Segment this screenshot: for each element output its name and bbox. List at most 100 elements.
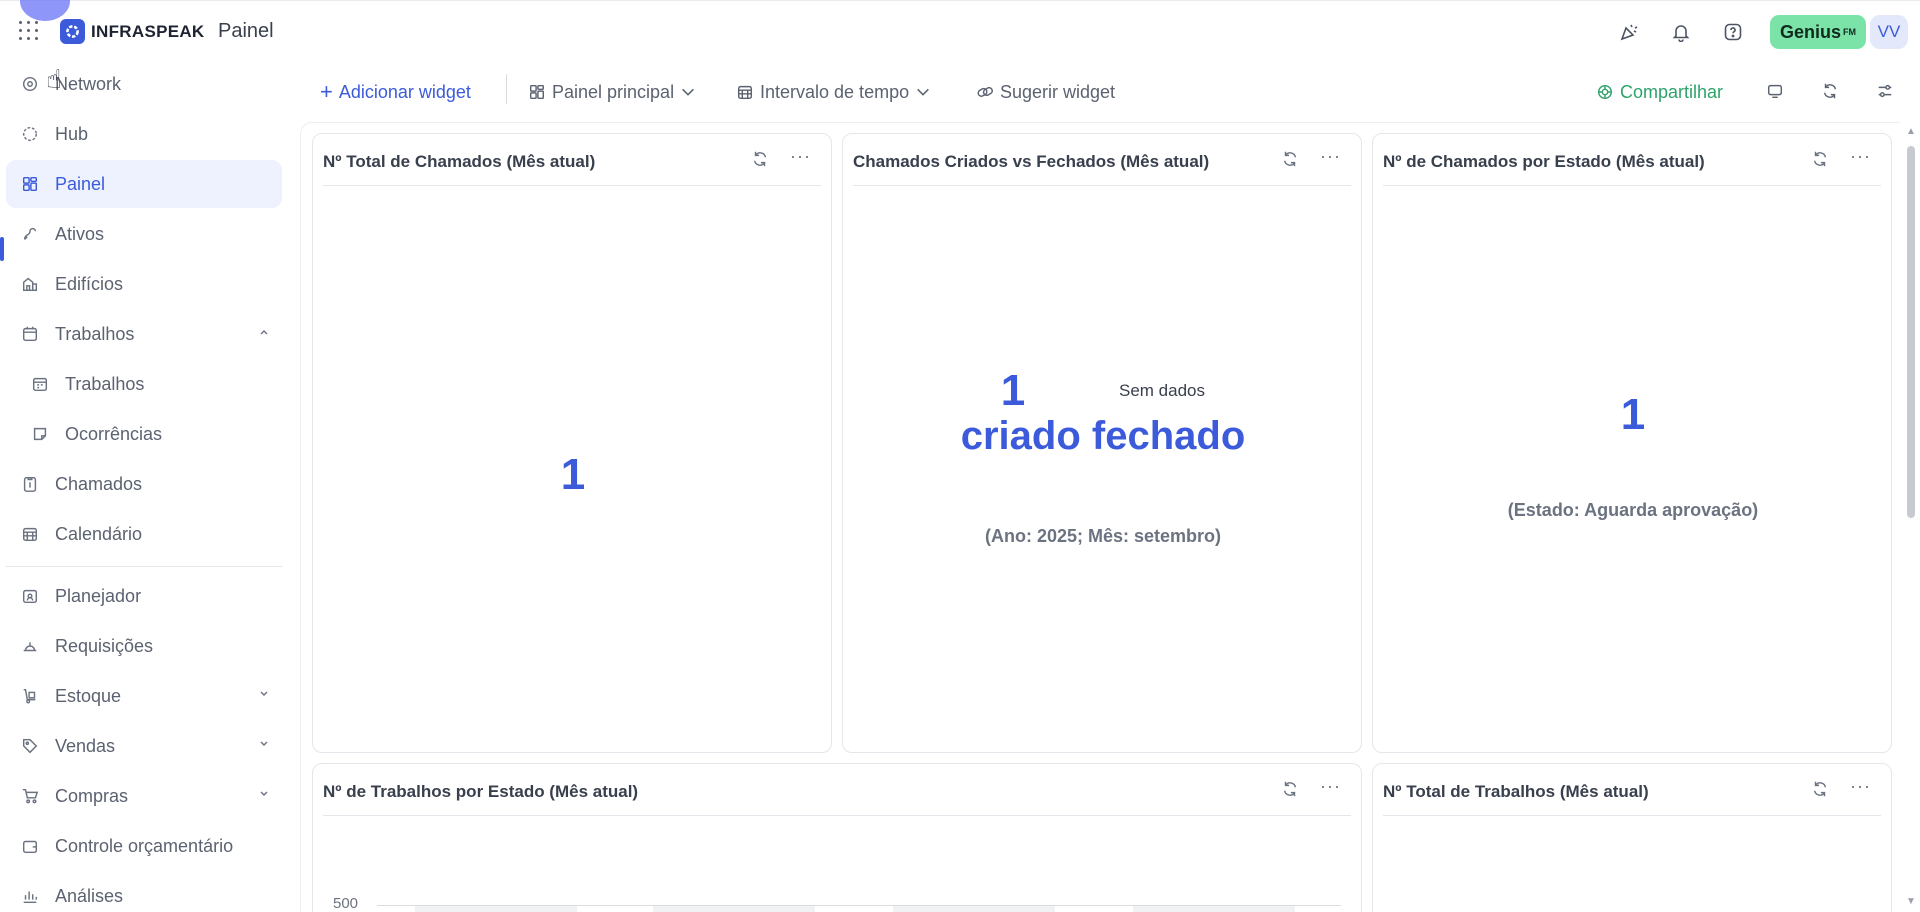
sidebar-item-ocorrencias[interactable]: Ocorrências xyxy=(6,410,282,458)
sidebar-item-label: Trabalhos xyxy=(55,323,135,344)
more-options-icon[interactable]: ··· xyxy=(1850,776,1871,797)
sidebar-item-planejador[interactable]: Planejador xyxy=(6,572,282,620)
refresh-icon[interactable] xyxy=(1281,780,1301,800)
sidebar-item-vendas[interactable]: Vendas xyxy=(6,722,282,770)
more-options-icon[interactable]: ··· xyxy=(790,146,811,167)
sidebar-item-calendario[interactable]: Calendário xyxy=(6,510,282,558)
refresh-icon[interactable] xyxy=(751,150,771,170)
dashboard-select-label: Painel principal xyxy=(552,81,675,102)
page-title: Painel xyxy=(218,20,274,42)
hub-icon xyxy=(20,124,40,144)
sidebar-item-edificios[interactable]: Edifícios xyxy=(6,260,282,308)
brand-logo[interactable]: INFRASPEAK xyxy=(60,19,205,44)
refresh-icon[interactable] xyxy=(1817,78,1843,104)
suggest-widget-label: Sugerir widget xyxy=(1000,81,1116,102)
chevron-up-icon xyxy=(258,326,272,340)
service-bell-icon xyxy=(20,636,40,656)
genius-label: Genius xyxy=(1779,21,1841,42)
link-icon xyxy=(976,83,994,101)
toolbar-divider xyxy=(506,74,507,104)
calendar-grid-icon xyxy=(20,324,40,344)
widget-value: 1 xyxy=(1620,390,1646,439)
dashboard-select[interactable]: Painel principal xyxy=(528,80,696,104)
widget-tickets-by-state[interactable]: Nº de Chamados por Estado (Mês atual) ··… xyxy=(1372,133,1892,753)
top-right-actions: Genius FM VV xyxy=(1614,15,1908,49)
sidebar: Network Hub Painel Ativos Edifícios Trab… xyxy=(0,60,290,912)
widget-header: Nº de Chamados por Estado (Mês atual) ··… xyxy=(1383,134,1881,186)
assets-icon xyxy=(20,224,40,244)
widget-title: Nº Total de Chamados (Mês atual) xyxy=(323,152,596,171)
tag-icon xyxy=(20,736,40,756)
refresh-icon[interactable] xyxy=(1281,150,1301,170)
sidebar-item-label: Controle orçamentário xyxy=(55,835,234,856)
widget-caption: (Ano: 2025; Mês: setembro) xyxy=(984,526,1222,546)
widget-header: Nº de Trabalhos por Estado (Mês atual) ·… xyxy=(323,764,1351,816)
widget-value: 1 xyxy=(560,450,586,499)
pointer-cursor-icon: ☝ xyxy=(46,64,62,94)
widget-works-by-state[interactable]: Nº de Trabalhos por Estado (Mês atual) ·… xyxy=(312,763,1362,912)
cart-icon xyxy=(20,786,40,806)
plus-icon: + xyxy=(320,79,333,104)
chevron-down-icon xyxy=(258,738,272,752)
sidebar-item-chamados[interactable]: Chamados xyxy=(6,460,282,508)
user-avatar[interactable]: VV xyxy=(1870,15,1908,49)
dashboard-scrollbar[interactable]: ▲ ▼ xyxy=(1902,122,1920,912)
scroll-down-icon[interactable]: ▼ xyxy=(1906,896,1916,907)
more-options-icon[interactable]: ··· xyxy=(1320,146,1341,167)
sidebar-item-label: Calendário xyxy=(55,523,143,544)
bell-icon[interactable] xyxy=(1666,17,1696,47)
refresh-icon[interactable] xyxy=(1811,780,1831,800)
genius-suffix: FM xyxy=(1843,27,1856,37)
tv-mode-icon[interactable] xyxy=(1762,78,1788,104)
sidebar-item-ativos[interactable]: Ativos xyxy=(6,210,282,258)
celebration-icon[interactable] xyxy=(1614,17,1644,47)
share-button[interactable]: Compartilhar xyxy=(1596,80,1723,104)
calendar-grid-icon xyxy=(30,374,50,394)
refresh-icon[interactable] xyxy=(1811,150,1831,170)
chart-bar-placeholder xyxy=(415,906,577,912)
sidebar-item-compras[interactable]: Compras xyxy=(6,772,282,820)
wallet-icon xyxy=(20,836,40,856)
chart-bar-placeholder xyxy=(893,906,1055,912)
apps-grid-icon[interactable] xyxy=(19,21,39,41)
active-indicator xyxy=(0,237,4,261)
genius-fm-button[interactable]: Genius FM xyxy=(1769,15,1866,49)
dashboard-grid: Nº Total de Chamados (Mês atual) ··· 1 C… xyxy=(300,122,1900,912)
sidebar-item-requisicoes[interactable]: Requisições xyxy=(6,622,282,670)
sidebar-item-label: Hub xyxy=(55,123,89,144)
sidebar-item-painel[interactable]: Painel xyxy=(6,160,282,208)
sidebar-item-controle-orcamentario[interactable]: Controle orçamentário xyxy=(6,822,282,870)
calendar-icon xyxy=(20,524,40,544)
sidebar-item-trabalhos[interactable]: Trabalhos xyxy=(6,360,282,408)
sidebar-item-hub[interactable]: Hub xyxy=(6,110,282,158)
sidebar-item-label: Painel xyxy=(55,173,106,194)
settings-sliders-icon[interactable] xyxy=(1872,78,1898,104)
more-options-icon[interactable]: ··· xyxy=(1320,776,1341,797)
add-widget-button[interactable]: + Adicionar widget xyxy=(320,79,471,104)
chart-bar-placeholder xyxy=(1133,906,1295,912)
widget-total-tickets[interactable]: Nº Total de Chamados (Mês atual) ··· 1 xyxy=(312,133,832,753)
dashboard-grid-icon xyxy=(528,83,546,101)
suggest-widget-button[interactable]: Sugerir widget xyxy=(976,80,1115,104)
widget-title: Nº Total de Trabalhos (Mês atual) xyxy=(1383,782,1649,801)
sidebar-item-label: Requisições xyxy=(55,635,154,656)
sidebar-item-estoque[interactable]: Estoque xyxy=(6,672,282,720)
top-bar: INFRASPEAK Painel Genius FM VV xyxy=(0,0,1920,60)
sidebar-item-analises[interactable]: Análises xyxy=(6,872,282,912)
sidebar-item-trabalhos-group[interactable]: Trabalhos xyxy=(6,310,282,358)
sidebar-item-label: Trabalhos xyxy=(65,373,145,394)
scroll-up-icon[interactable]: ▲ xyxy=(1906,126,1916,137)
building-icon xyxy=(20,274,40,294)
brand-name: INFRASPEAK xyxy=(91,21,205,41)
chevron-down-icon xyxy=(680,84,696,100)
time-range-select[interactable]: Intervalo de tempo xyxy=(736,80,931,104)
planner-icon xyxy=(20,586,40,606)
created-value: 1 xyxy=(1000,366,1026,415)
help-icon[interactable] xyxy=(1718,17,1748,47)
more-options-icon[interactable]: ··· xyxy=(1850,146,1871,167)
sidebar-item-label: Planejador xyxy=(55,585,142,606)
widget-created-vs-closed[interactable]: Chamados Criados vs Fechados (Mês atual)… xyxy=(842,133,1362,753)
scrollbar-thumb[interactable] xyxy=(1907,146,1915,518)
chevron-down-icon xyxy=(258,688,272,702)
widget-total-works[interactable]: Nº Total de Trabalhos (Mês atual) ··· xyxy=(1372,763,1892,912)
